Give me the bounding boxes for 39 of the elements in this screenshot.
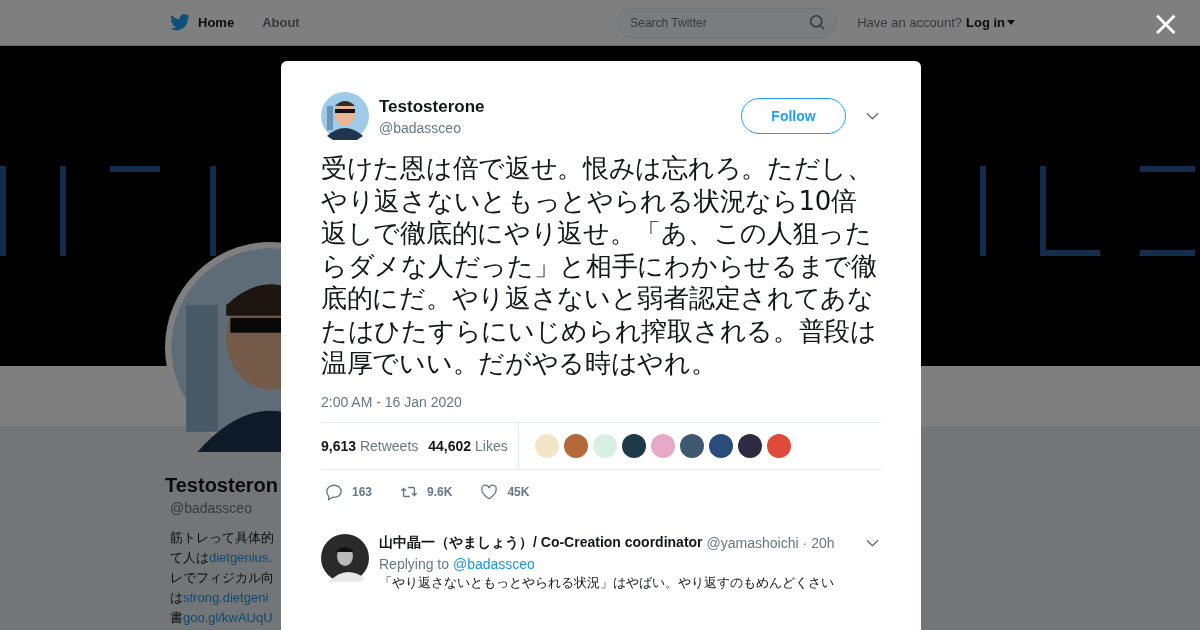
nav-link[interactable]: About (262, 15, 300, 30)
reply-author-name: 山中晶一（やましょう）/ Co-Creation coordinator (379, 533, 703, 552)
bio-text: て人は (170, 550, 209, 565)
liker-avatar[interactable] (621, 433, 646, 458)
search-field[interactable]: Search Twitter (617, 7, 838, 38)
nav-link[interactable]: Home (198, 15, 235, 30)
stat-count[interactable]: 44,602 Likes (428, 437, 508, 454)
reply-text: 「やり返さないともっとやられる状況」はやばい。やり返すのもめんどくさい (379, 573, 835, 592)
mention-link[interactable]: @badassceo (452, 555, 535, 572)
bio-link[interactable]: strong.dietgeni (183, 590, 269, 605)
reply-time: 20h (811, 534, 835, 551)
profile-name: Testosteron (165, 473, 279, 497)
bio-link[interactable]: goo.gl/kwAUqU (183, 610, 273, 625)
liker-avatar[interactable] (708, 433, 733, 458)
action-count: 9.6K (427, 484, 453, 499)
chevron-icon[interactable] (866, 538, 879, 547)
bio-link[interactable]: dietgenius. (209, 550, 272, 565)
liker-avatar[interactable] (679, 433, 704, 458)
bio-text: は (170, 590, 183, 605)
login-link[interactable]: Log in (966, 15, 1005, 30)
action-count: 45K (507, 484, 530, 499)
close-button[interactable]: × (1151, 6, 1180, 40)
search-icon[interactable] (809, 13, 827, 31)
bio-text: 筋トレって具体的 (170, 530, 274, 545)
bird-icon (170, 14, 190, 31)
bio-text: レでフィジカル向 (170, 570, 274, 585)
caret-icon[interactable] (1007, 20, 1015, 25)
tweet-timestamp: 2:00 AM - 16 Jan 2020 (321, 393, 463, 410)
account-prompt: Have an account? (857, 15, 962, 30)
action-count: 163 (352, 484, 373, 499)
reply-icon[interactable] (325, 482, 343, 501)
replying-label: Replying to (379, 555, 450, 572)
stat-count[interactable]: 9,613 Retweets (321, 437, 419, 454)
profile-handle: @badassceo (170, 500, 253, 516)
heart-icon[interactable] (480, 482, 499, 501)
liker-avatar[interactable] (737, 433, 762, 458)
separator-dot: · (802, 534, 808, 551)
bio-text: 書 (170, 610, 183, 625)
reply-author-handle: @yamashoichi (706, 534, 799, 551)
